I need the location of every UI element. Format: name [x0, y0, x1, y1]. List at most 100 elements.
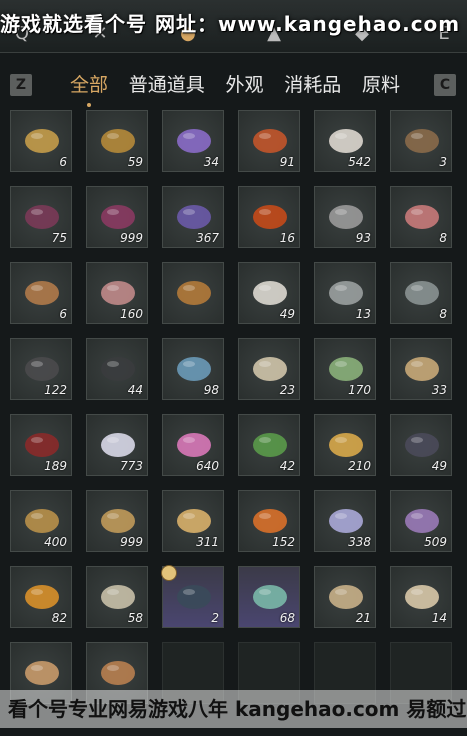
inventory-slot[interactable]: 68 [238, 566, 300, 628]
fish-gray-icon [329, 281, 363, 305]
inventory-slot[interactable]: 170 [314, 338, 376, 400]
inventory-slot[interactable]: 2 [161, 565, 224, 628]
stone-orange-icon [253, 509, 287, 533]
inventory-slot[interactable]: 311 [162, 490, 224, 552]
inventory-slot[interactable]: 999 [86, 490, 148, 552]
fruit-orange-icon [25, 585, 59, 609]
red-flower-icon [253, 205, 287, 229]
inventory-slot[interactable]: 21 [314, 566, 376, 628]
melon-green-icon [329, 357, 363, 381]
meat-slices-icon [405, 205, 439, 229]
inventory-slot[interactable]: 49 [390, 414, 452, 476]
inventory-slot[interactable]: 6 [10, 110, 72, 172]
inventory-slot[interactable]: 58 [86, 566, 148, 628]
tab-appearance[interactable]: 外观 [225, 70, 263, 100]
flower-purple-2-icon [101, 205, 135, 229]
inventory-slot[interactable]: 49 [238, 262, 300, 324]
inventory-slot[interactable]: 6 [10, 262, 72, 324]
item-count: 23 [279, 383, 295, 397]
bowl-soup-icon [25, 281, 59, 305]
tab-general[interactable]: 普通道具 [129, 70, 205, 100]
lavender-2-icon [405, 509, 439, 533]
hide-brown-icon [177, 281, 211, 305]
inventory-slot[interactable]: 160 [86, 262, 148, 324]
fish-gray-2-icon [405, 281, 439, 305]
item-count: 999 [120, 535, 143, 549]
inventory-slot[interactable]: 338 [314, 490, 376, 552]
item-count: 6 [59, 307, 67, 321]
inventory-slot[interactable]: 82 [10, 566, 72, 628]
inventory-slot[interactable]: 509 [390, 490, 452, 552]
inventory-slot[interactable]: 75 [10, 186, 72, 248]
z-key-badge[interactable]: Z [10, 74, 32, 96]
tab-consumables[interactable]: 消耗品 [284, 70, 341, 100]
inventory-slot[interactable]: 23 [238, 338, 300, 400]
giftbox-dark-icon [177, 585, 211, 609]
radish-plant-icon [101, 585, 135, 609]
scroll-map-icon [329, 585, 363, 609]
inventory-slot[interactable]: 34 [162, 110, 224, 172]
lavender-icon [177, 205, 211, 229]
ore-blue-icon [177, 357, 211, 381]
inventory-slot[interactable]: 42 [238, 414, 300, 476]
inventory-slot[interactable]: 542 [314, 110, 376, 172]
item-count: 93 [355, 231, 371, 245]
inventory-slot[interactable]: 189 [10, 414, 72, 476]
clock-icon [161, 565, 177, 581]
sacks-icon [405, 357, 439, 381]
c-key-badge[interactable]: C [434, 74, 456, 96]
item-count: 68 [279, 611, 295, 625]
herb-white-icon [329, 129, 363, 153]
item-count: 91 [279, 155, 295, 169]
inventory-slot[interactable]: 16 [238, 186, 300, 248]
inventory-slot[interactable]: 98 [162, 338, 224, 400]
inventory-slot[interactable]: 999 [86, 186, 148, 248]
item-count: 773 [120, 459, 143, 473]
inventory-slot[interactable]: 8 [390, 262, 452, 324]
shell-gold-2-icon [101, 509, 135, 533]
inventory-slot[interactable]: 44 [86, 338, 148, 400]
ore-gold-icon [101, 129, 135, 153]
flower-lilac-icon [329, 509, 363, 533]
inventory-slot[interactable]: 91 [238, 110, 300, 172]
inventory-slot[interactable]: 3 [390, 110, 452, 172]
inventory-slot[interactable]: 210 [314, 414, 376, 476]
inventory-slot[interactable]: 14 [390, 566, 452, 628]
item-count: 13 [355, 307, 371, 321]
inventory-slot[interactable]: 93 [314, 186, 376, 248]
inventory-slot[interactable]: 152 [238, 490, 300, 552]
inventory-slot[interactable]: 640 [162, 414, 224, 476]
inventory-slot[interactable]: 367 [162, 186, 224, 248]
inventory-slot[interactable]: 13 [314, 262, 376, 324]
item-count: 34 [203, 155, 219, 169]
tab-materials[interactable]: 原料 [362, 70, 400, 100]
herb-roots-icon [177, 509, 211, 533]
inventory-slot[interactable]: 8 [390, 186, 452, 248]
item-count: 2 [211, 611, 219, 625]
inventory-slot[interactable]: 122 [10, 338, 72, 400]
flower-pink-icon [177, 433, 211, 457]
inventory-slot[interactable]: 400 [10, 490, 72, 552]
grass-gray-icon [329, 205, 363, 229]
category-tabs: 全部 普通道具 外观 消耗品 原料 [70, 70, 400, 100]
item-count: 311 [196, 535, 219, 549]
item-count: 49 [279, 307, 295, 321]
item-count: 367 [196, 231, 219, 245]
inventory-slot[interactable]: 59 [86, 110, 148, 172]
item-count: 82 [51, 611, 67, 625]
item-count: 14 [431, 611, 447, 625]
item-count: 8 [439, 307, 447, 321]
item-count: 999 [120, 231, 143, 245]
item-count: 3 [439, 155, 447, 169]
fish-gold-icon [25, 129, 59, 153]
item-count: 59 [127, 155, 143, 169]
item-count: 640 [196, 459, 219, 473]
item-count: 49 [431, 459, 447, 473]
inventory-slot[interactable]: 773 [86, 414, 148, 476]
crystal-purple-icon [177, 129, 211, 153]
item-count: 170 [348, 383, 371, 397]
tab-all[interactable]: 全部 [70, 70, 108, 100]
inventory-slot[interactable] [162, 262, 224, 324]
inventory-slot[interactable]: 33 [390, 338, 452, 400]
berry-bush-icon [25, 433, 59, 457]
